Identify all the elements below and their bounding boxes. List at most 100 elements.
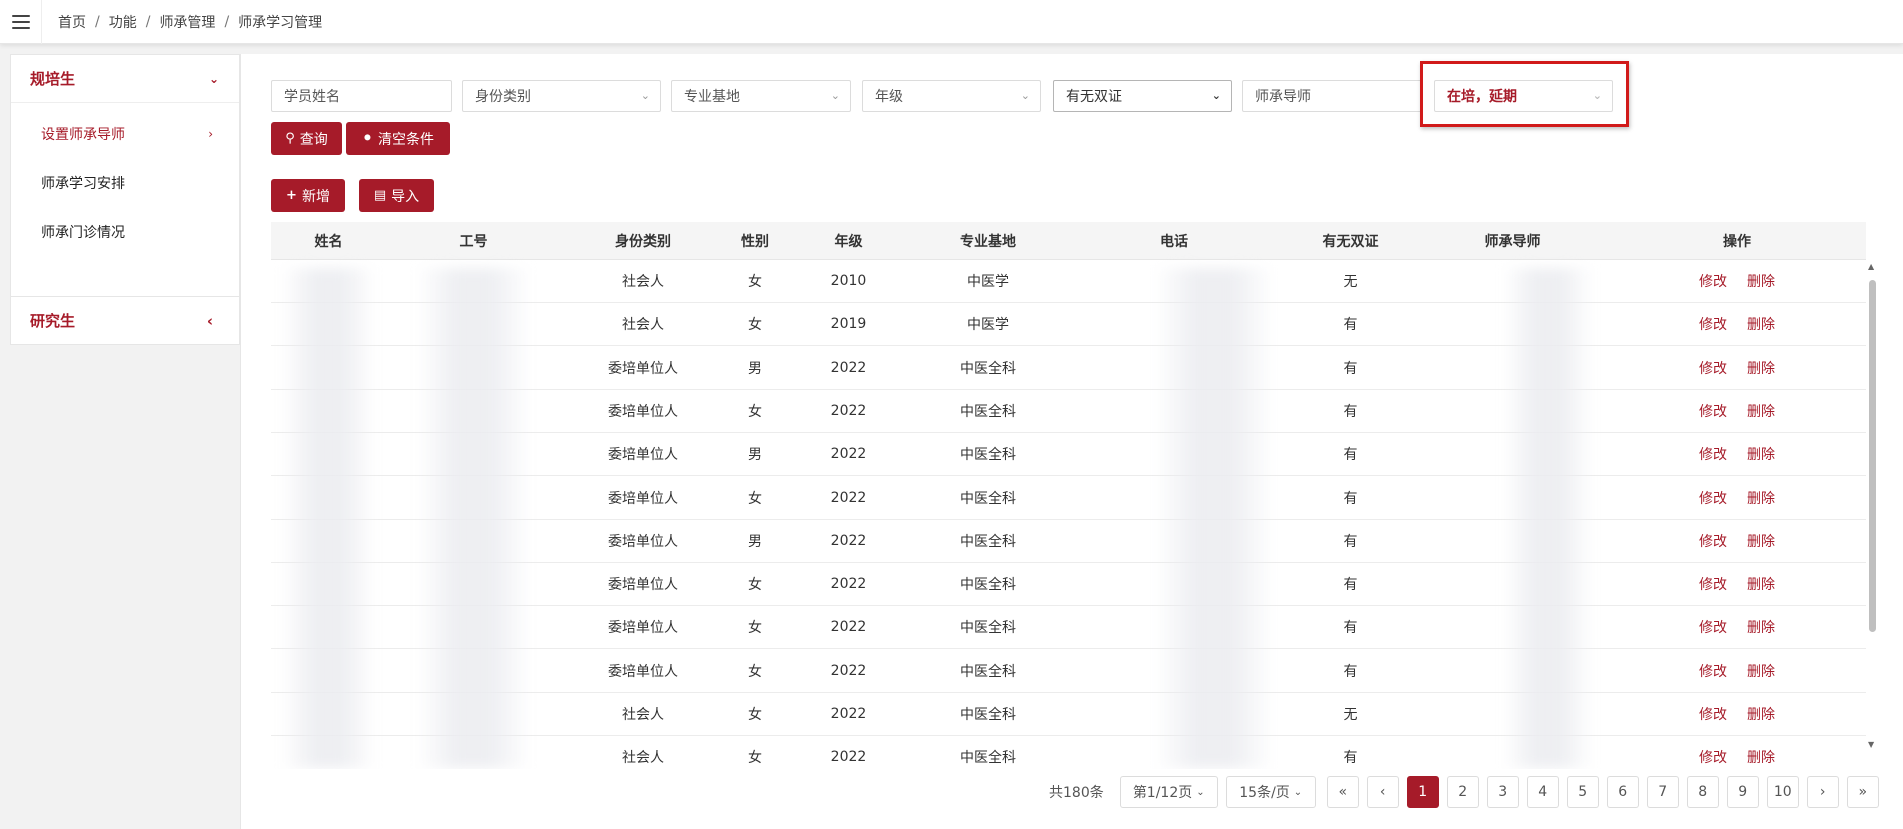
sidebar-group-header-resident[interactable]: 规培生 ⌄ <box>11 55 239 103</box>
delete-link[interactable]: 删除 <box>1747 361 1775 377</box>
file-excel-icon: ▤ <box>373 188 387 203</box>
edit-link[interactable]: 修改 <box>1699 491 1727 507</box>
table-cell: 2022 <box>830 619 867 636</box>
add-button[interactable]: + 新增 <box>271 179 345 212</box>
sidebar-group-header-graduate[interactable]: 研究生 ‹ <box>11 297 239 344</box>
table-cell: 有 <box>1343 533 1358 550</box>
table-cell: 委培单位人 <box>608 490 678 507</box>
scroll-down-icon[interactable]: ▼ <box>1868 740 1874 749</box>
chevron-down-icon: ⌄ <box>1196 786 1205 798</box>
page-number-button[interactable]: 10 <box>1766 776 1799 808</box>
edit-link[interactable]: 修改 <box>1699 447 1727 463</box>
table-cell: 女 <box>748 317 762 334</box>
delete-link[interactable]: 删除 <box>1747 577 1775 593</box>
edit-link[interactable]: 修改 <box>1699 361 1727 377</box>
sidebar-item-study-schedule[interactable]: 师承学习安排 <box>11 158 239 207</box>
page-number-button[interactable]: 6 <box>1606 776 1639 808</box>
delete-link[interactable]: 删除 <box>1747 664 1775 680</box>
actions-cell: 修改 删除 <box>1608 704 1866 724</box>
total-count: 共180条 <box>1049 785 1104 801</box>
delete-link[interactable]: 删除 <box>1747 491 1775 507</box>
table-cell: 委培单位人 <box>608 533 678 550</box>
plus-icon: + <box>286 188 297 203</box>
edit-link[interactable]: 修改 <box>1699 707 1727 723</box>
sidebar-item-clinic-status[interactable]: 师承门诊情况 <box>11 207 239 256</box>
dual-cert-select[interactable]: 有无双证 ⌄ <box>1053 80 1232 112</box>
page-number-button[interactable]: 3 <box>1486 776 1519 808</box>
page-number-button[interactable]: 9 <box>1726 776 1759 808</box>
page-number-button[interactable]: 2 <box>1446 776 1479 808</box>
actions-cell: 修改 删除 <box>1608 444 1866 464</box>
sidebar-item-label: 师承学习安排 <box>41 175 125 192</box>
prev-page-button[interactable]: ‹ <box>1366 776 1399 808</box>
status-multi-select[interactable]: 在培，延期 ⌄ <box>1434 80 1613 112</box>
select-value: 有无双证 <box>1066 89 1122 105</box>
table-cell: 2022 <box>830 662 867 679</box>
edit-link[interactable]: 修改 <box>1699 317 1727 333</box>
page-select[interactable]: 第1/12页 ⌄ <box>1119 776 1218 808</box>
table-cell: 委培单位人 <box>608 663 678 680</box>
sidebar-group-resident: 规培生 ⌄ 设置师承导师 › 师承学习安排 师承门诊情况 <box>10 54 240 297</box>
scroll-up-icon[interactable]: ▲ <box>1868 262 1874 271</box>
input-placeholder: 学员姓名 <box>284 89 340 105</box>
scrollbar-thumb[interactable] <box>1869 280 1876 632</box>
edit-link[interactable]: 修改 <box>1699 664 1727 680</box>
delete-link[interactable]: 删除 <box>1747 317 1775 333</box>
actions-cell: 修改 删除 <box>1608 574 1866 594</box>
delete-link[interactable]: 删除 <box>1747 534 1775 550</box>
hamburger-menu-icon[interactable] <box>0 0 42 44</box>
delete-link[interactable]: 删除 <box>1747 620 1775 636</box>
edit-link[interactable]: 修改 <box>1699 274 1727 290</box>
table-cell: 有 <box>1343 577 1358 594</box>
column-header: 操作 <box>1723 233 1751 250</box>
sidebar-item-set-tutor[interactable]: 设置师承导师 › <box>11 109 239 158</box>
redacted-name-column <box>281 268 376 768</box>
student-name-input[interactable]: 学员姓名 <box>271 80 452 112</box>
table-cell: 委培单位人 <box>608 403 678 420</box>
delete-link[interactable]: 删除 <box>1747 274 1775 290</box>
breadcrumb-function[interactable]: 功能 <box>109 12 137 32</box>
table-cell: 2022 <box>830 532 867 549</box>
first-page-button[interactable]: « <box>1326 776 1359 808</box>
redacted-tutor-column <box>1503 268 1593 768</box>
select-value: 在培，延期 <box>1447 89 1517 105</box>
grade-select[interactable]: 年级 ⌄ <box>862 80 1041 112</box>
breadcrumb-mentorship[interactable]: 师承管理 <box>159 12 215 32</box>
button-label: 导入 <box>391 188 420 205</box>
table-cell: 有 <box>1343 403 1358 420</box>
table-cell: 2022 <box>830 359 867 376</box>
query-button[interactable]: ⚲ 查询 <box>271 122 342 155</box>
last-page-button[interactable]: » <box>1846 776 1879 808</box>
edit-link[interactable]: 修改 <box>1699 534 1727 550</box>
import-button[interactable]: ▤ 导入 <box>359 179 434 212</box>
table-cell: 社会人 <box>622 317 664 334</box>
breadcrumb-home[interactable]: 首页 <box>58 12 86 32</box>
page-number-button[interactable]: 8 <box>1686 776 1719 808</box>
identity-select[interactable]: 身份类别 ⌄ <box>462 80 661 112</box>
table-cell: 委培单位人 <box>608 577 678 594</box>
page-number-button[interactable]: 5 <box>1566 776 1599 808</box>
delete-link[interactable]: 删除 <box>1747 750 1775 766</box>
table-cell: 有 <box>1343 663 1358 680</box>
base-select[interactable]: 专业基地 ⌄ <box>671 80 851 112</box>
edit-link[interactable]: 修改 <box>1699 750 1727 766</box>
clear-conditions-button[interactable]: ⚫ 清空条件 <box>346 122 450 155</box>
edit-link[interactable]: 修改 <box>1699 404 1727 420</box>
next-page-button[interactable]: › <box>1806 776 1839 808</box>
table-cell: 女 <box>748 620 762 637</box>
sidebar-group-title: 研究生 <box>30 312 76 330</box>
button-label: 新增 <box>301 188 330 205</box>
page-number-button[interactable]: 1 <box>1406 776 1439 808</box>
page-size-select[interactable]: 15条/页 ⌄ <box>1225 776 1316 808</box>
chevron-left-icon: ‹ <box>1379 784 1386 800</box>
page-number-button[interactable]: 7 <box>1646 776 1679 808</box>
edit-link[interactable]: 修改 <box>1699 620 1727 636</box>
tutor-input[interactable]: 师承导师 <box>1242 80 1422 112</box>
delete-link[interactable]: 删除 <box>1747 447 1775 463</box>
delete-link[interactable]: 删除 <box>1747 707 1775 723</box>
page-number-button[interactable]: 4 <box>1526 776 1559 808</box>
breadcrumb-separator: / <box>224 13 230 30</box>
table-scrollbar[interactable]: ▲ ▼ <box>1866 262 1878 750</box>
delete-link[interactable]: 删除 <box>1747 404 1775 420</box>
edit-link[interactable]: 修改 <box>1699 577 1727 593</box>
